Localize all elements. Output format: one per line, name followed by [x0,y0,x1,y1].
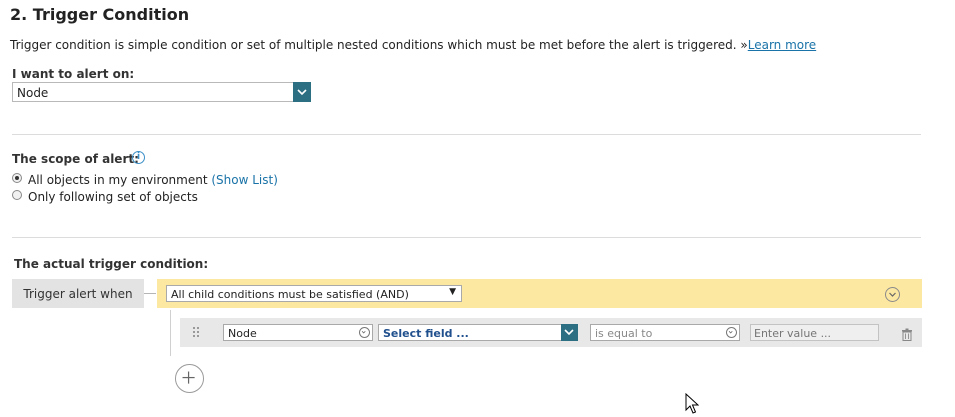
learn-more-link[interactable]: Learn more [748,38,816,52]
plus-icon [182,371,195,384]
scope-option-all: All objects in my environment (Show List… [28,173,278,187]
alert-on-select[interactable]: Node [12,82,311,102]
scope-option-following-label: Only following set of objects [28,190,198,204]
show-list-link[interactable]: (Show List) [211,173,278,187]
alert-on-label: I want to alert on: [12,67,135,81]
connector-line [144,293,156,294]
field-value: Select field ... [383,327,469,340]
section-title: 2. Trigger Condition [10,5,190,24]
chevron-down-icon [359,327,370,338]
group-condition-select[interactable]: All child conditions must be satisfied (… [166,285,462,302]
object-select[interactable]: Node [223,324,373,341]
info-icon[interactable]: i [132,151,145,164]
chevron-down-icon [889,292,896,297]
object-value: Node [228,327,257,340]
field-dropdown-button[interactable] [561,324,578,341]
section-description: Trigger condition is simple condition or… [10,38,816,52]
chevron-down-icon [726,327,737,338]
add-condition-button[interactable] [175,364,204,393]
divider [12,134,921,135]
operator-select[interactable]: is equal to [590,324,740,341]
alert-on-value: Node [17,86,49,100]
scope-label: The scope of alert: [12,152,139,166]
scope-radio-following[interactable] [12,190,22,200]
trash-icon[interactable] [901,326,913,341]
scope-radio-all[interactable] [12,173,22,183]
learn-more-prefix: » [740,38,748,52]
chevron-down-icon [564,329,574,336]
drag-handle-icon[interactable] [193,327,201,339]
value-input[interactable] [750,324,879,341]
field-select[interactable]: Select field ... [378,324,578,341]
trigger-condition-label: The actual trigger condition: [14,257,209,271]
scope-option-all-label: All objects in my environment [28,173,208,187]
trigger-when-label: Trigger alert when [12,279,144,308]
dropdown-arrow-icon: ▼ [449,287,456,297]
operator-value: is equal to [595,327,653,340]
chevron-down-icon [297,89,307,96]
mouse-cursor-icon [685,393,699,414]
tree-line [170,310,171,356]
alert-on-dropdown-button[interactable] [293,82,311,102]
divider [12,237,921,238]
group-condition-value: All child conditions must be satisfied (… [171,288,409,301]
collapse-group-button[interactable] [885,287,900,302]
description-text: Trigger condition is simple condition or… [10,38,737,52]
